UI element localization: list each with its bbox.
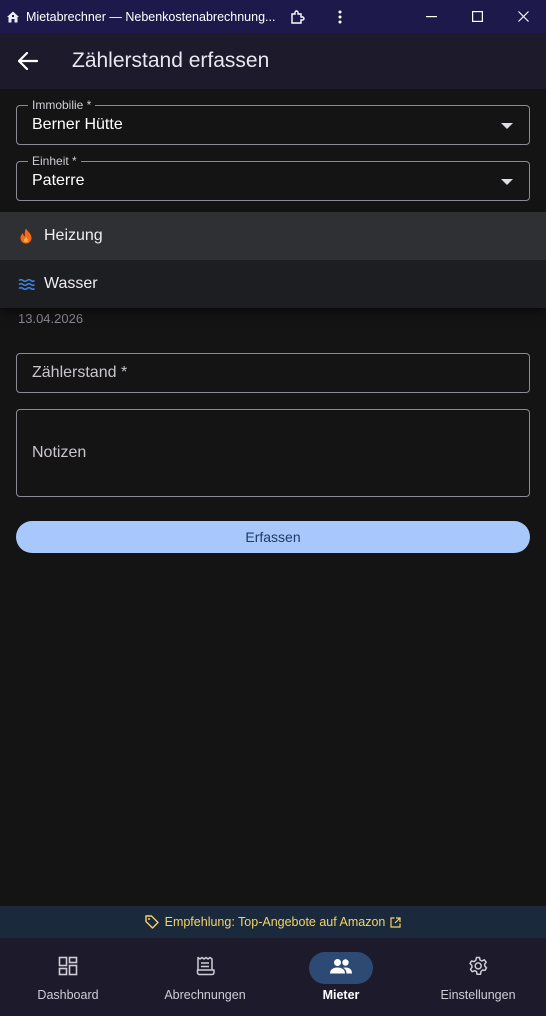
erfassen-button[interactable]: Erfassen (16, 521, 530, 553)
receipt-icon (195, 956, 215, 981)
zaehlertyp-dropdown-menu: Heizung Wasser (0, 212, 546, 308)
dropdown-item-label: Wasser (44, 275, 98, 292)
nav-label: Mieter (322, 988, 360, 1002)
people-icon (329, 958, 353, 979)
extensions-icon[interactable] (277, 0, 317, 33)
date-value: 13.04.2026 (18, 311, 84, 326)
nav-pill (36, 952, 100, 984)
nav-label: Dashboard (37, 988, 99, 1002)
external-link-icon (390, 916, 401, 928)
page-title: Zählerstand erfassen (72, 49, 270, 72)
nav-item-dashboard[interactable]: Dashboard (0, 938, 136, 1016)
nav-item-abrechnungen[interactable]: Abrechnungen (137, 938, 273, 1016)
immobilie-label: Immobilie * (28, 98, 96, 112)
nav-pill (309, 952, 373, 984)
bottom-navigation: Dashboard Abrechnungen Mieter Einstellun… (0, 938, 546, 1016)
immobilie-select[interactable]: Immobilie * Berner Hütte (16, 98, 530, 145)
notizen-placeholder: Notizen (32, 444, 87, 461)
window-titlebar: Mietabrechner — Nebenkostenabrechnung... (0, 0, 546, 33)
more-vert-icon[interactable] (322, 0, 358, 33)
nav-pill (446, 952, 510, 984)
flame-icon (17, 227, 35, 245)
chevron-down-icon (501, 123, 513, 129)
minimize-icon[interactable] (411, 0, 451, 33)
arrow-back-icon[interactable] (16, 49, 40, 73)
immobilie-value: Berner Hütte (32, 116, 123, 133)
banner-text: Empfehlung: Top-Angebote auf Amazon (164, 915, 386, 929)
einheit-value: Paterre (32, 172, 85, 189)
dropdown-item-label: Heizung (44, 227, 103, 244)
settings-icon (468, 956, 488, 981)
nav-pill (173, 952, 237, 984)
einheit-label: Einheit * (28, 154, 81, 168)
dropdown-item-heizung[interactable]: Heizung (0, 212, 546, 260)
window-title: Mietabrechner — Nebenkostenabrechnung... (26, 9, 276, 24)
water-icon (17, 275, 35, 293)
close-icon[interactable] (503, 0, 543, 33)
nav-item-einstellungen[interactable]: Einstellungen (410, 938, 546, 1016)
nav-label: Einstellungen (440, 988, 516, 1002)
zaehlerstand-placeholder: Zählerstand * (32, 364, 128, 381)
tag-icon (144, 915, 159, 929)
dashboard-icon (58, 956, 78, 981)
maximize-icon[interactable] (457, 0, 497, 33)
nav-item-mieter[interactable]: Mieter (273, 938, 409, 1016)
zaehlerstand-input[interactable]: Zählerstand * (16, 353, 530, 393)
nav-label: Abrechnungen (164, 988, 246, 1002)
einheit-select[interactable]: Einheit * Paterre (16, 154, 530, 201)
amazon-banner[interactable]: Empfehlung: Top-Angebote auf Amazon (0, 906, 546, 938)
notizen-textarea[interactable]: Notizen (16, 409, 530, 497)
dropdown-item-wasser[interactable]: Wasser (0, 260, 546, 308)
app-home-icon (6, 10, 20, 24)
chevron-down-icon (501, 179, 513, 185)
app-bar: Zählerstand erfassen (0, 33, 546, 89)
